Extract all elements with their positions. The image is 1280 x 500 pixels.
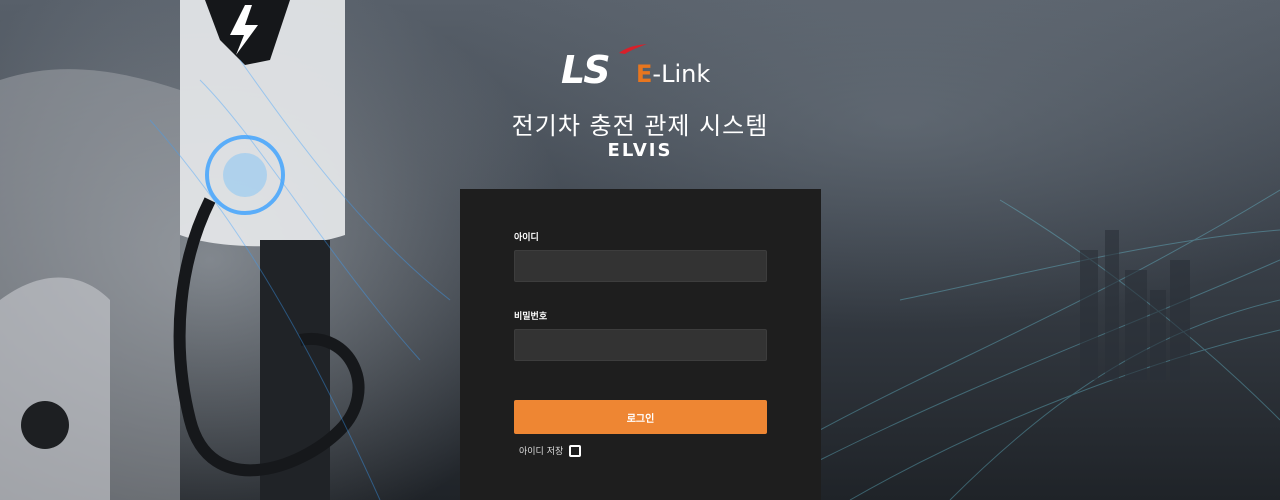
remember-id-row: 아이디 저장 — [519, 444, 582, 457]
page-subtitle: ELVIS — [607, 140, 673, 161]
password-input[interactable] — [514, 329, 767, 361]
page-title: 전기차 충전 관제 시스템 — [511, 112, 769, 140]
ls-elink-logo: LS E-Link — [561, 44, 721, 92]
password-label: 비밀번호 — [514, 312, 548, 322]
logo-elink-text: E-Link — [636, 60, 710, 88]
remember-id-checkbox[interactable] — [569, 444, 582, 457]
id-input[interactable] — [514, 250, 767, 282]
logo-elink-suffix: -Link — [652, 60, 711, 88]
id-label: 아이디 — [514, 233, 539, 243]
logo-swoosh-icon — [619, 44, 647, 54]
logo-ls-text: LS — [561, 48, 611, 92]
logo-elink-prefix: E — [636, 60, 653, 88]
remember-id-label: 아이디 저장 — [519, 447, 564, 457]
login-button[interactable]: 로그인 — [514, 400, 767, 434]
login-panel: 아이디 비밀번호 로그인 아이디 저장 — [460, 189, 821, 500]
